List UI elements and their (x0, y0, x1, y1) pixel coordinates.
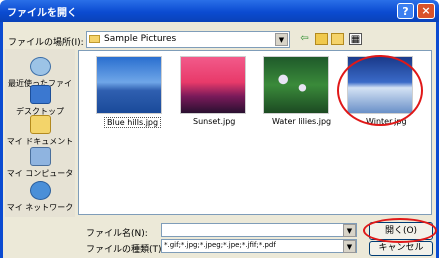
view-menu-icon[interactable]: ▦ (349, 33, 362, 45)
file-name[interactable]: Blue hills.jpg (104, 117, 162, 128)
desktop-icon (29, 85, 51, 104)
place-label: マイ コンピュータ (6, 169, 74, 178)
chevron-down-icon[interactable]: ▼ (275, 33, 288, 46)
file-name[interactable]: Water lilies.jpg (272, 117, 331, 126)
back-icon[interactable]: ⇦ (298, 33, 311, 45)
file-name[interactable]: Sunset.jpg (193, 117, 235, 126)
new-folder-icon[interactable] (331, 33, 344, 45)
help-button[interactable]: ? (397, 3, 414, 19)
close-button[interactable]: × (417, 3, 435, 19)
place-my-network[interactable]: マイ ネットワーク (5, 181, 75, 213)
folder-icon (89, 35, 100, 43)
window-title: ファイルを開く (7, 8, 77, 19)
my-documents-icon (29, 115, 51, 134)
chevron-down-icon[interactable]: ▼ (343, 224, 356, 237)
place-label: マイ ドキュメント (6, 137, 74, 146)
filename-input[interactable]: ▼ (161, 223, 357, 237)
file-thumbnail[interactable] (96, 56, 162, 114)
recent-icon (29, 57, 51, 76)
filetype-value: *.gif;*.jpg;*.jpeg;*.jpe;*.jfif;*.pdf (164, 241, 276, 249)
file-thumbnail[interactable] (180, 56, 246, 114)
my-network-icon (29, 181, 51, 200)
cancel-button[interactable]: キャンセル (369, 241, 433, 256)
look-in-value: Sample Pictures (104, 34, 177, 44)
place-label: マイ ネットワーク (6, 203, 74, 212)
file-thumbnail[interactable] (263, 56, 329, 114)
highlight-circle (337, 55, 423, 126)
place-my-computer[interactable]: マイ コンピュータ (5, 147, 75, 179)
filetype-select[interactable]: *.gif;*.jpg;*.jpeg;*.jpe;*.jfif;*.pdf ▼ (161, 239, 357, 253)
filetype-label: ファイルの種類(T): (86, 245, 165, 255)
look-in-dropdown[interactable]: Sample Pictures ▼ (86, 31, 290, 48)
highlight-circle (363, 218, 437, 243)
filename-label: ファイル名(N): (86, 229, 148, 239)
my-computer-icon (29, 147, 51, 166)
chevron-down-icon[interactable]: ▼ (343, 240, 356, 253)
places-bar: 最近使ったファイル デスクトップ マイ ドキュメント マイ コンピュータ マイ … (5, 49, 75, 217)
place-my-documents[interactable]: マイ ドキュメント (5, 115, 75, 147)
up-folder-icon[interactable] (315, 33, 328, 45)
place-desktop[interactable]: デスクトップ (5, 85, 75, 117)
look-in-label: ファイルの場所(I): (8, 38, 84, 48)
